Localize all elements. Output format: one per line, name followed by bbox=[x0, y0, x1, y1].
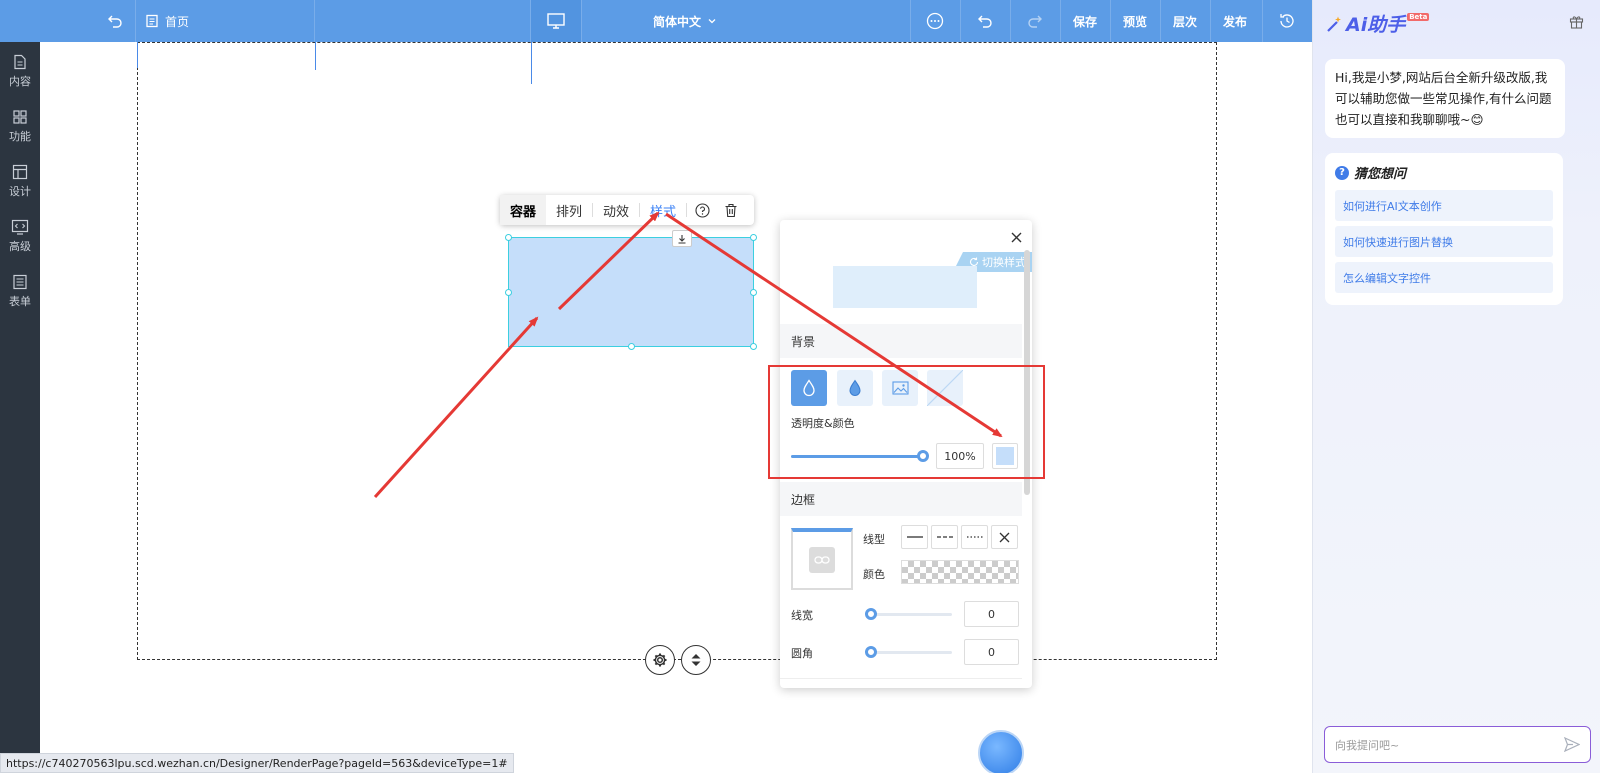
ai-input-placeholder: 向我提问吧~ bbox=[1335, 738, 1400, 752]
annotation-arrow bbox=[665, 212, 1003, 438]
faq-title: ? 猜您想问 bbox=[1335, 163, 1406, 182]
annotation-arrow bbox=[373, 316, 539, 499]
gift-button[interactable] bbox=[1569, 14, 1584, 32]
status-bar-url: https://c740270563lpu.scd.wezhan.cn/Desi… bbox=[0, 753, 514, 773]
ai-assistant-logo: Ai助手 Beta bbox=[1325, 10, 1430, 37]
magic-wand-icon bbox=[1327, 16, 1341, 32]
annotation-arrows bbox=[373, 211, 1003, 499]
beta-badge: Beta bbox=[1407, 12, 1430, 21]
question-icon: ? bbox=[1335, 165, 1349, 180]
ai-assistant-panel: Ai助手 Beta Hi,我是小梦,网站后台全新升级改版,我可以辅助您做一些常见… bbox=[1312, 0, 1600, 773]
annotation-arrow bbox=[557, 211, 660, 311]
faq-title-text: 猜您想问 bbox=[1354, 167, 1407, 182]
ai-question-input[interactable]: 向我提问吧~ bbox=[1324, 726, 1591, 763]
ai-title: Ai助手 bbox=[1346, 14, 1406, 36]
faq-item[interactable]: 如何进行AI文本创作 bbox=[1335, 190, 1553, 221]
gift-icon bbox=[1569, 16, 1584, 29]
faq-item[interactable]: 怎么编辑文字控件 bbox=[1335, 262, 1553, 293]
ai-welcome-message: Hi,我是小梦,网站后台全新升级改版,我可以辅助您做一些常见操作,有什么问题也可… bbox=[1325, 59, 1565, 138]
send-button[interactable] bbox=[1563, 736, 1581, 755]
floating-assistant-ball[interactable] bbox=[978, 730, 1024, 773]
faq-item[interactable]: 如何快速进行图片替换 bbox=[1335, 226, 1553, 257]
send-icon bbox=[1563, 736, 1581, 753]
ai-faq-card: ? 猜您想问 如何进行AI文本创作 如何快速进行图片替换 怎么编辑文字控件 bbox=[1325, 153, 1563, 305]
